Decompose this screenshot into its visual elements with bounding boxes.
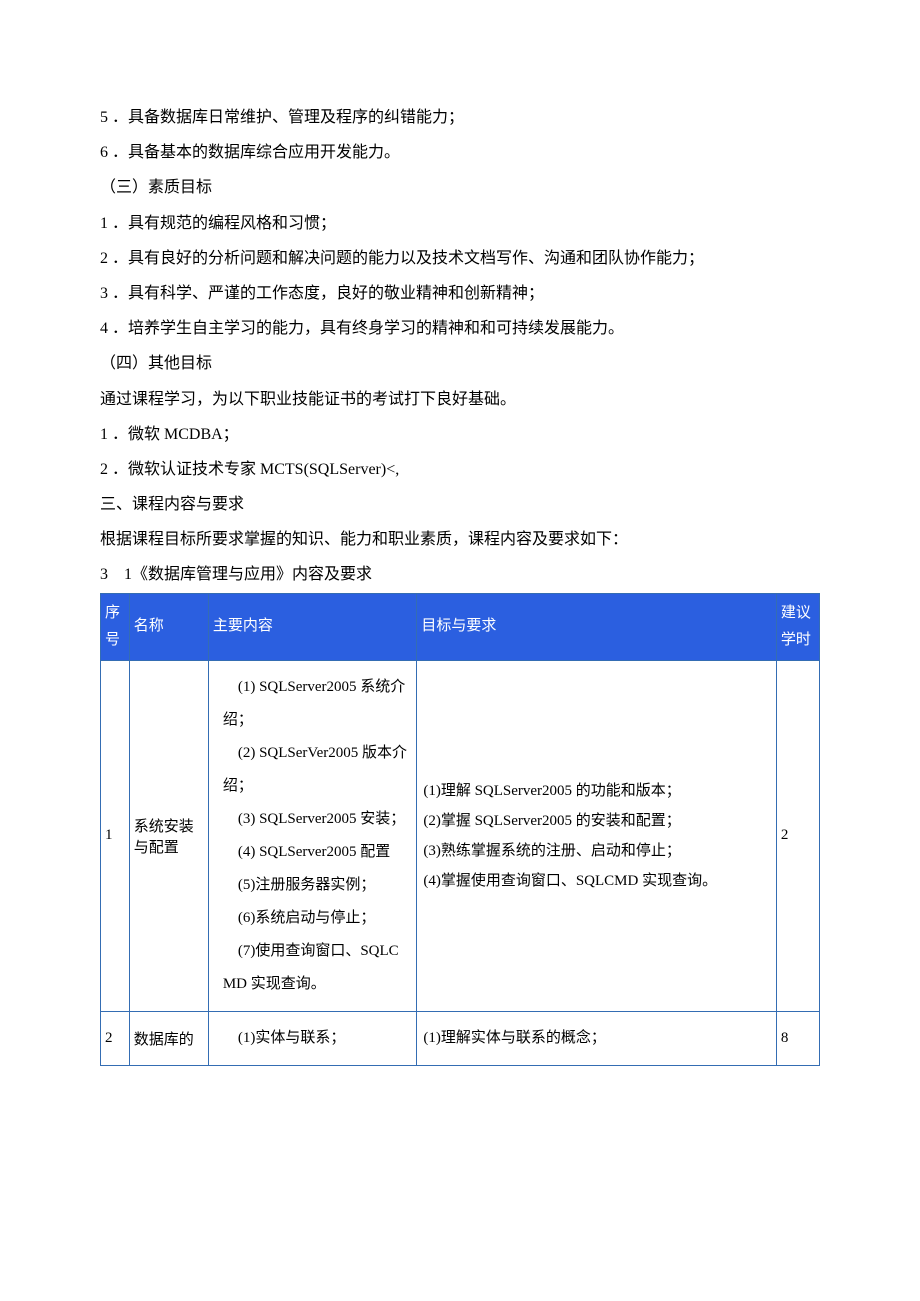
paragraph-cert2: 2 ．微软认证技术专家 MCTS(SQLServer)<,: [100, 452, 820, 487]
content-requirements-table: 序号 名称 主要内容 目标与要求 建议学时 1 系统安装与配置 (1) SQLS…: [100, 593, 820, 1066]
cell-hours: 8: [776, 1011, 819, 1065]
heading-quality-goals: （三）素质目标: [100, 170, 820, 205]
table-header-row: 序号 名称 主要内容 目标与要求 建议学时: [101, 593, 820, 660]
heading-other-goals: （四）其他目标: [100, 346, 820, 381]
paragraph-q1: 1 ．具有规范的编程风格和习惯；: [100, 206, 820, 241]
cell-goal: (1)理解 SQLServer2005 的功能和版本； (2)掌握 SQLSer…: [417, 660, 777, 1011]
cell-main: (1)实体与联系；: [208, 1011, 417, 1065]
paragraph-6: 6 ．具备基本的数据库综合应用开发能力。: [100, 135, 820, 170]
table-caption: 3 1《数据库管理与应用》内容及要求: [100, 557, 820, 592]
cell-seq: 2: [101, 1011, 130, 1065]
cell-seq: 1: [101, 660, 130, 1011]
th-name: 名称: [129, 593, 208, 660]
cell-name: 数据库的: [129, 1011, 208, 1065]
paragraph-q2: 2 ．具有良好的分析问题和解决问题的能力以及技术文档写作、沟通和团队协作能力；: [100, 241, 820, 276]
cell-name: 系统安装与配置: [129, 660, 208, 1011]
document-page: 5 ．具备数据库日常维护、管理及程序的纠错能力； 6 ．具备基本的数据库综合应用…: [0, 0, 920, 1126]
table-row: 2 数据库的 (1)实体与联系； (1)理解实体与联系的概念； 8: [101, 1011, 820, 1065]
cell-main: (1) SQLServer2005 系统介绍； (2) SQLSerVer200…: [208, 660, 417, 1011]
th-main: 主要内容: [208, 593, 417, 660]
th-seq: 序号: [101, 593, 130, 660]
paragraph-section-3-intro: 根据课程目标所要求掌握的知识、能力和职业素质，课程内容及要求如下：: [100, 522, 820, 557]
paragraph-q4: 4 ．培养学生自主学习的能力，具有终身学习的精神和和可持续发展能力。: [100, 311, 820, 346]
paragraph-5: 5 ．具备数据库日常维护、管理及程序的纠错能力；: [100, 100, 820, 135]
table-row: 1 系统安装与配置 (1) SQLServer2005 系统介绍； (2) SQ…: [101, 660, 820, 1011]
paragraph-cert1: 1 ．微软 MCDBA；: [100, 417, 820, 452]
cell-goal: (1)理解实体与联系的概念；: [417, 1011, 777, 1065]
paragraph-other-intro: 通过课程学习，为以下职业技能证书的考试打下良好基础。: [100, 382, 820, 417]
cell-hours: 2: [776, 660, 819, 1011]
paragraph-q3: 3 ．具有科学、严谨的工作态度，良好的敬业精神和创新精神；: [100, 276, 820, 311]
th-goal: 目标与要求: [417, 593, 777, 660]
heading-section-3: 三、课程内容与要求: [100, 487, 820, 522]
th-hours: 建议学时: [776, 593, 819, 660]
